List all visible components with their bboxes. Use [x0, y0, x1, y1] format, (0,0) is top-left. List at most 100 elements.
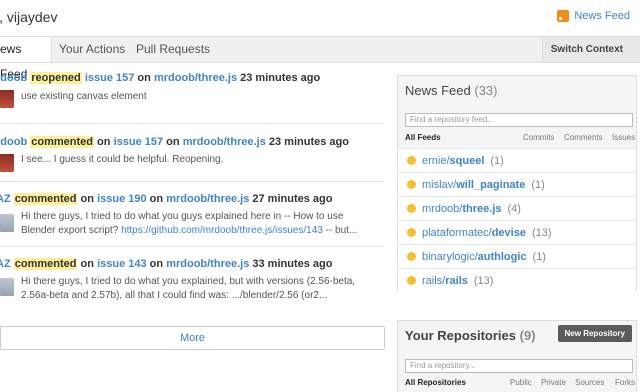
smile-icon — [407, 204, 416, 213]
avatar[interactable] — [0, 90, 14, 108]
repositories-panel-title: Your Repositories (9) — [405, 328, 536, 343]
filter-sources[interactable]: Sources — [575, 378, 604, 387]
repo-feed-item[interactable]: binarylogic/authlogic (1) — [398, 244, 636, 269]
filter-forks[interactable]: Forks — [615, 378, 635, 387]
filter-private[interactable]: Private — [541, 378, 566, 387]
switch-context-button[interactable]: Switch Context — [541, 37, 640, 62]
feed-item: AZ commented on issue 143 on mrdoob/thre… — [0, 246, 384, 310]
feed-target-link[interactable]: issue 157 — [85, 72, 135, 84]
feed-item-header: AZ commented on issue 143 on mrdoob/thre… — [0, 258, 332, 270]
tab-pull-requests[interactable]: Pull Requests — [136, 37, 210, 62]
user-greeting: i, vijaydev — [0, 9, 58, 25]
feed-body-text: Hi there guys, I tried to do what you ex… — [21, 276, 356, 301]
feed-body-text: use existing canvas element — [21, 91, 147, 102]
tab-news-feed[interactable]: ews Feed — [0, 37, 52, 81]
feed-on-word: on — [149, 193, 164, 205]
repository-feed-search-input[interactable]: Find a repository feed... — [405, 113, 633, 127]
feed-body-tail: -- but... — [322, 225, 358, 236]
feed-on-word: on — [137, 72, 151, 84]
repo-owner: binarylogic/ — [422, 251, 478, 263]
feed-on-word: on — [97, 136, 111, 148]
feed-item-header: AZ commented on issue 190 on mrdoob/thre… — [0, 193, 332, 205]
repo-name: authlogic — [477, 251, 527, 263]
panel-title-text: News Feed — [405, 83, 471, 98]
panel-count: (33) — [474, 83, 498, 98]
feed-repo-link[interactable]: mrdoob/three.js — [166, 258, 249, 270]
smile-icon — [407, 180, 416, 189]
feed-time: 27 minutes ago — [252, 193, 333, 205]
more-button[interactable]: More — [0, 326, 385, 350]
feed-action: reopened — [30, 72, 82, 84]
feed-repo-link[interactable]: mrdoob/three.js — [166, 193, 249, 205]
repo-owner: rails/ — [422, 275, 446, 287]
feed-item: rdoob reopened issue 157 on mrdoob/three… — [0, 62, 384, 124]
feed-repo-link[interactable]: mrdoob/three.js — [183, 136, 266, 148]
feed-actor-link[interactable]: rdoob — [0, 72, 27, 84]
repo-name: squeel — [449, 155, 485, 167]
feed-action: commented — [13, 258, 78, 270]
feed-body-link[interactable]: https://github.com/mrdoob/three.js/issue… — [121, 225, 323, 236]
feed-item-body: use existing canvas element — [21, 90, 376, 104]
feed-time: 23 minutes ago — [268, 136, 349, 148]
repo-count: (13) — [473, 275, 494, 287]
repo-owner: plataformatec/ — [422, 227, 492, 239]
feed-item: AZ commented on issue 190 on mrdoob/thre… — [0, 181, 384, 247]
feed-target-link[interactable]: issue 190 — [97, 193, 147, 205]
repo-feed-item[interactable]: plataformatec/devise (13) — [398, 220, 636, 245]
filter-comments[interactable]: Comments — [564, 133, 603, 142]
repo-feed-item[interactable]: mrdoob/three.js (4) — [398, 196, 636, 221]
feed-action: commented — [30, 136, 94, 148]
new-repository-button[interactable]: New Repository — [557, 325, 632, 342]
repo-owner: mrdoob/ — [422, 203, 463, 215]
your-repositories-panel: Your Repositories (9) New Repository Fin… — [397, 320, 637, 392]
panel-title-text: Your Repositories — [405, 328, 517, 343]
filter-issues[interactable]: Issues — [612, 133, 635, 142]
repo-feed-item[interactable]: rails/rails (13) — [398, 268, 636, 293]
feed-on-word: on — [80, 258, 94, 270]
repo-count: (1) — [532, 251, 546, 263]
feed-time: 33 minutes ago — [252, 258, 333, 270]
repo-count: (1) — [490, 155, 504, 167]
filter-commits[interactable]: Commits — [523, 133, 555, 142]
smile-icon — [407, 252, 416, 261]
feed-time: 23 minutes ago — [240, 72, 321, 84]
feed-actor-link[interactable]: AZ — [0, 258, 11, 270]
smile-icon — [407, 228, 416, 237]
repo-feed-item[interactable]: mislav/will_paginate (1) — [398, 172, 636, 197]
feed-on-word: on — [149, 258, 164, 270]
filter-all-feeds[interactable]: All Feeds — [405, 133, 441, 142]
repo-owner: ernie/ — [422, 155, 450, 167]
repo-feed-item[interactable]: ernie/squeel (1) — [398, 148, 636, 173]
news-feed-panel-title: News Feed (33) — [405, 83, 498, 98]
feed-item-header: rdoob reopened issue 157 on mrdoob/three… — [0, 72, 320, 84]
repo-count: (4) — [507, 203, 521, 215]
repo-name: rails — [445, 275, 468, 287]
feed-item: rdoob commented on issue 157 on mrdoob/t… — [0, 123, 384, 182]
smile-icon — [407, 276, 416, 285]
avatar[interactable] — [0, 278, 14, 296]
news-feed-rss-link[interactable]: News Feed — [557, 10, 630, 22]
feed-repo-link[interactable]: mrdoob/three.js — [154, 72, 237, 84]
feed-item-body: Hi there guys, I tried to do what you gu… — [21, 210, 376, 238]
tab-your-actions[interactable]: Your Actions — [59, 37, 125, 62]
repo-name: will_paginate — [456, 179, 526, 191]
avatar[interactable] — [0, 154, 14, 172]
smile-icon — [407, 156, 416, 165]
repository-search-input[interactable]: Find a repository... — [405, 359, 633, 373]
avatar[interactable] — [0, 214, 14, 232]
feed-target-link[interactable]: issue 157 — [114, 136, 164, 148]
repo-name: three.js — [462, 203, 502, 215]
dashboard-tabs: ews Feed Your Actions Pull Requests Swit… — [0, 36, 640, 81]
filter-public[interactable]: Public — [510, 378, 532, 387]
feed-item-header: rdoob commented on issue 157 on mrdoob/t… — [0, 136, 349, 148]
feed-item-body: Hi there guys, I tried to do what you ex… — [21, 275, 376, 303]
feed-target-link[interactable]: issue 143 — [97, 258, 147, 270]
feed-action: commented — [13, 193, 78, 205]
filter-all-repositories[interactable]: All Repositories — [405, 378, 466, 387]
feed-actor-link[interactable]: AZ — [0, 193, 11, 205]
rss-icon — [557, 10, 570, 22]
repo-count: (13) — [531, 227, 552, 239]
feed-on-word: on — [80, 193, 94, 205]
feed-actor-link[interactable]: rdoob — [0, 136, 27, 148]
news-feed-link-label: News Feed — [574, 10, 630, 22]
